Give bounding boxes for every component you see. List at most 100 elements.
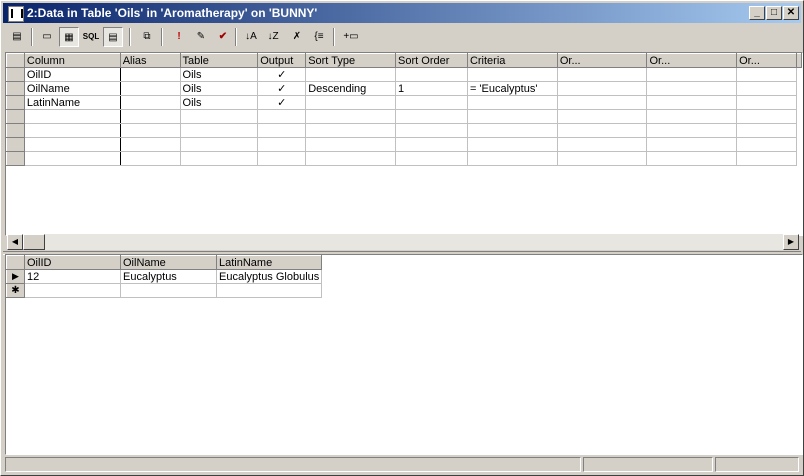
criteria-cell[interactable] xyxy=(179,123,259,138)
result-column-header[interactable]: OilID xyxy=(24,255,121,270)
clear-results-icon[interactable]: ✎ xyxy=(191,27,211,47)
criteria-cell[interactable] xyxy=(646,109,738,124)
criteria-cell[interactable]: OilName xyxy=(23,81,121,96)
criteria-cell[interactable] xyxy=(736,151,797,166)
grid-pane-icon[interactable]: ▦ xyxy=(59,27,79,47)
criteria-cell[interactable] xyxy=(23,123,121,138)
criteria-cell[interactable] xyxy=(119,151,181,166)
new-row-icon[interactable]: ✱ xyxy=(6,283,25,298)
criteria-cell[interactable] xyxy=(556,67,648,82)
criteria-cell[interactable] xyxy=(556,109,648,124)
criteria-cell[interactable] xyxy=(646,151,738,166)
criteria-cell[interactable] xyxy=(646,137,738,152)
column-header[interactable]: Sort Order xyxy=(395,53,468,68)
criteria-cell[interactable] xyxy=(119,137,181,152)
maximize-button[interactable]: □ xyxy=(766,6,782,20)
diagram-pane-icon[interactable]: ▭ xyxy=(37,27,57,47)
criteria-cell[interactable] xyxy=(646,95,738,110)
criteria-cell[interactable] xyxy=(257,151,307,166)
row-selector[interactable] xyxy=(6,81,25,96)
row-selector[interactable] xyxy=(6,67,25,82)
result-cell[interactable] xyxy=(215,283,323,298)
criteria-cell[interactable] xyxy=(305,109,397,124)
criteria-cell[interactable] xyxy=(395,109,468,124)
result-cell[interactable]: 12 xyxy=(24,269,121,284)
result-cell[interactable] xyxy=(24,283,121,298)
criteria-cell[interactable]: Descending xyxy=(305,81,397,96)
add-table-icon[interactable]: +▭ xyxy=(341,27,361,47)
criteria-row-empty[interactable] xyxy=(6,137,802,152)
row-selector[interactable] xyxy=(6,123,25,138)
criteria-cell[interactable]: Oils xyxy=(179,81,259,96)
result-cell[interactable]: Eucalyptus xyxy=(120,269,217,284)
criteria-cell[interactable] xyxy=(305,67,397,82)
remove-filter-icon[interactable]: ✗ xyxy=(287,27,307,47)
row-selector[interactable] xyxy=(6,95,25,110)
row-selector[interactable] xyxy=(6,151,25,166)
criteria-row-empty[interactable] xyxy=(6,151,802,166)
criteria-row[interactable]: OilID Oils ✓ xyxy=(6,67,802,82)
criteria-cell[interactable]: ✓ xyxy=(257,67,307,82)
criteria-row[interactable]: LatinName Oils ✓ xyxy=(6,95,802,110)
grid-corner[interactable] xyxy=(6,255,25,270)
criteria-cell[interactable] xyxy=(305,137,397,152)
result-column-header[interactable]: OilName xyxy=(120,255,217,270)
column-header[interactable]: Sort Type xyxy=(305,53,397,68)
criteria-cell[interactable] xyxy=(556,137,648,152)
criteria-cell[interactable] xyxy=(23,137,121,152)
criteria-cell[interactable]: OilID xyxy=(23,67,121,82)
criteria-cell[interactable]: Oils xyxy=(179,67,259,82)
column-header[interactable]: Or... xyxy=(736,53,797,68)
close-button[interactable]: ✕ xyxy=(783,6,799,20)
criteria-cell[interactable] xyxy=(179,151,259,166)
grid-corner[interactable] xyxy=(6,53,25,68)
criteria-cell[interactable] xyxy=(736,109,797,124)
criteria-cell[interactable] xyxy=(23,109,121,124)
criteria-cell[interactable] xyxy=(257,109,307,124)
criteria-cell[interactable] xyxy=(736,67,797,82)
criteria-cell[interactable] xyxy=(119,123,181,138)
criteria-cell[interactable] xyxy=(466,137,558,152)
criteria-cell[interactable]: = 'Eucalyptus' xyxy=(466,81,558,96)
column-header[interactable]: Table xyxy=(179,53,259,68)
criteria-row-empty[interactable] xyxy=(6,123,802,138)
criteria-cell[interactable] xyxy=(23,151,121,166)
column-header[interactable]: Column xyxy=(23,53,121,68)
criteria-cell[interactable] xyxy=(257,123,307,138)
horizontal-scrollbar[interactable]: ◀ ▶ xyxy=(7,234,799,250)
minimize-button[interactable]: _ xyxy=(749,6,765,20)
scroll-right-icon[interactable]: ▶ xyxy=(783,234,799,250)
criteria-cell[interactable] xyxy=(646,81,738,96)
column-header[interactable]: Criteria xyxy=(466,53,558,68)
criteria-cell[interactable] xyxy=(395,67,468,82)
change-type-icon[interactable]: ⧉ xyxy=(137,27,157,47)
table-icon[interactable] xyxy=(8,6,24,22)
criteria-cell[interactable] xyxy=(179,137,259,152)
criteria-cell[interactable] xyxy=(119,109,181,124)
result-row[interactable]: ▶ 12 Eucalyptus Eucalyptus Globulus xyxy=(6,269,323,284)
properties-icon[interactable]: ▤ xyxy=(7,27,27,47)
column-header[interactable]: Output xyxy=(257,53,307,68)
column-header[interactable]: Alias xyxy=(119,53,181,68)
criteria-cell[interactable] xyxy=(395,137,468,152)
criteria-cell[interactable] xyxy=(305,151,397,166)
criteria-cell[interactable] xyxy=(395,123,468,138)
criteria-cell[interactable] xyxy=(119,81,181,96)
sql-pane-icon[interactable]: SQL xyxy=(81,27,101,47)
result-cell[interactable] xyxy=(120,283,217,298)
criteria-cell[interactable] xyxy=(466,151,558,166)
criteria-cell[interactable] xyxy=(119,67,181,82)
criteria-cell[interactable] xyxy=(556,95,648,110)
criteria-cell[interactable] xyxy=(646,123,738,138)
criteria-cell[interactable] xyxy=(556,151,648,166)
criteria-cell[interactable] xyxy=(556,81,648,96)
group-by-icon[interactable]: {≡ xyxy=(309,27,329,47)
run-icon[interactable]: ! xyxy=(169,27,189,47)
column-header[interactable]: Or... xyxy=(556,53,648,68)
title-bar[interactable]: 2:Data in Table 'Oils' in 'Aromatherapy'… xyxy=(3,3,801,23)
criteria-cell[interactable] xyxy=(736,95,797,110)
current-row-icon[interactable]: ▶ xyxy=(6,269,25,284)
row-selector[interactable] xyxy=(6,109,25,124)
criteria-cell[interactable] xyxy=(466,67,558,82)
row-selector[interactable] xyxy=(6,137,25,152)
